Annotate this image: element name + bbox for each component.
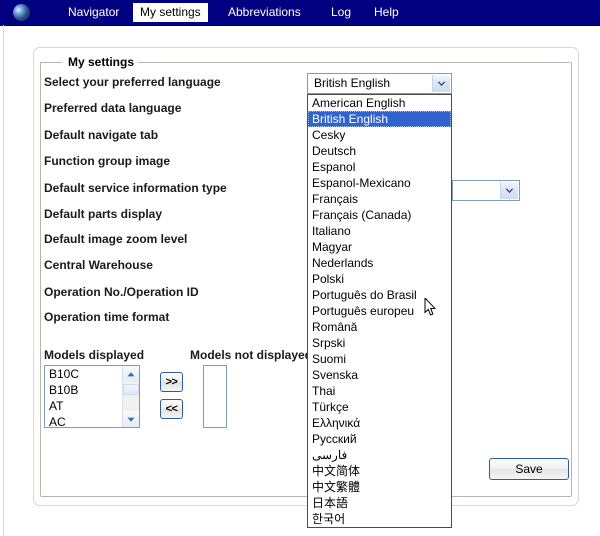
nav-tab-navigator[interactable]: Navigator <box>62 4 125 21</box>
scrollbar-thumb[interactable] <box>123 384 139 395</box>
nav-tab-help[interactable]: Help <box>368 4 405 21</box>
heading-models-not-displayed: Models not displayed <box>190 348 313 362</box>
move-to-displayed-button[interactable]: << <box>160 399 183 419</box>
label-default-navigate-tab: Default navigate tab <box>44 128 159 142</box>
dropdown-option[interactable]: Français (Canada) <box>308 207 451 223</box>
label-default-service-info-type: Default service information type <box>44 181 227 195</box>
dropdown-option[interactable]: Italiano <box>308 223 451 239</box>
chevron-down-icon[interactable] <box>500 182 518 199</box>
dropdown-option[interactable]: Deutsch <box>308 143 451 159</box>
nav-tab-my-settings[interactable]: My settings <box>133 3 208 22</box>
dropdown-option[interactable]: Русский <box>308 431 451 447</box>
groupbox-top-border-right <box>135 62 570 63</box>
dropdown-option[interactable]: Espanol-Mexicano <box>308 175 451 191</box>
move-to-not-displayed-button[interactable]: >> <box>160 372 183 392</box>
preferred-language-value: British English <box>314 76 391 90</box>
dropdown-option[interactable]: Polski <box>308 271 451 287</box>
save-button[interactable]: Save <box>489 458 569 480</box>
dropdown-option[interactable]: Thai <box>308 383 451 399</box>
application-sphere-logo <box>13 4 30 21</box>
label-operation-no-operation-id: Operation No./Operation ID <box>44 285 199 299</box>
nav-tab-abbreviations[interactable]: Abbreviations <box>222 4 307 21</box>
dropdown-option[interactable]: 日本語 <box>308 495 451 511</box>
label-function-group-image: Function group image <box>44 154 170 168</box>
dropdown-option[interactable]: 中文繁體 <box>308 479 451 495</box>
models-displayed-listbox[interactable]: B10C B10B AT AC <box>44 365 140 428</box>
groupbox-top-border-left <box>40 62 62 63</box>
models-not-displayed-listbox[interactable] <box>203 365 227 428</box>
chevron-down-icon[interactable] <box>432 75 450 92</box>
top-navigation-bar: Navigator My settings Abbreviations Log … <box>0 0 600 26</box>
heading-models-displayed: Models displayed <box>44 348 145 362</box>
models-displayed-scrollbar[interactable] <box>122 366 139 427</box>
dropdown-option[interactable]: Espanol <box>308 159 451 175</box>
dropdown-option[interactable]: Svenska <box>308 367 451 383</box>
nav-tab-log[interactable]: Log <box>325 4 357 21</box>
dropdown-option[interactable]: Ελληνικά <box>308 415 451 431</box>
mouse-cursor-icon <box>424 296 437 322</box>
scroll-up-icon[interactable] <box>123 366 139 382</box>
dropdown-option[interactable]: 한국어 <box>308 511 451 527</box>
dropdown-option[interactable]: Magyar <box>308 239 451 255</box>
label-default-parts-display: Default parts display <box>44 207 163 221</box>
dropdown-option[interactable]: Français <box>308 191 451 207</box>
page-left-rule <box>3 25 4 536</box>
default-service-information-type-combobox[interactable] <box>452 180 520 201</box>
dropdown-option[interactable]: Cesky <box>308 127 451 143</box>
label-default-image-zoom-level: Default image zoom level <box>44 232 188 246</box>
label-preferred-data-language: Preferred data language <box>44 101 182 115</box>
dropdown-option[interactable]: 中文简体 <box>308 463 451 479</box>
label-operation-time-format: Operation time format <box>44 310 170 324</box>
scroll-down-icon[interactable] <box>123 411 139 427</box>
dropdown-option[interactable]: British English <box>308 111 451 127</box>
my-settings-screen: Navigator My settings Abbreviations Log … <box>0 0 600 536</box>
label-central-warehouse: Central Warehouse <box>44 258 153 272</box>
label-preferred-language: Select your preferred language <box>44 75 221 89</box>
dropdown-option[interactable]: American English <box>308 95 451 111</box>
dropdown-option[interactable]: Nederlands <box>308 255 451 271</box>
dropdown-option[interactable]: Suomi <box>308 351 451 367</box>
dropdown-option[interactable]: Türkçe <box>308 399 451 415</box>
dropdown-option[interactable]: فارسی <box>308 447 451 463</box>
preferred-language-combobox[interactable]: British English <box>307 73 452 94</box>
groupbox-legend: My settings <box>64 55 139 69</box>
dropdown-option[interactable]: Srpski <box>308 335 451 351</box>
